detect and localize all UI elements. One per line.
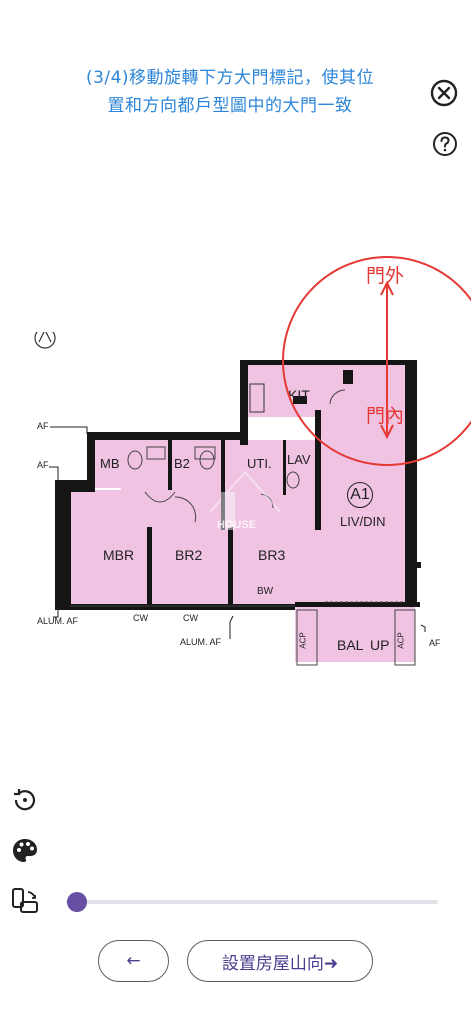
instruction-line-2: 置和方向都戶型圖中的大門一致 bbox=[107, 96, 353, 116]
slider-thumb[interactable] bbox=[67, 892, 88, 912]
reset-rotation-button[interactable] bbox=[10, 785, 40, 815]
door-marker[interactable]: 門外 門內 bbox=[280, 255, 471, 470]
room-label-bw: BW bbox=[257, 586, 274, 597]
room-label-bal: BAL bbox=[337, 637, 364, 653]
door-outside-label: 門外 bbox=[366, 265, 405, 287]
close-circle-icon bbox=[430, 79, 458, 107]
help-button[interactable] bbox=[431, 130, 459, 158]
annotation-cw-2: CW bbox=[183, 613, 198, 623]
instruction-text: (3/4)移動旋轉下方大門標記，使其位 置和方向都戶型圖中的大門一致 bbox=[40, 64, 420, 120]
color-palette-button[interactable] bbox=[10, 836, 40, 866]
annotation-alum-af-2: ALUM. AF bbox=[180, 637, 222, 647]
unit-label: A1 bbox=[347, 482, 373, 508]
room-label-mb: MB bbox=[100, 456, 120, 471]
room-label-uti: UTI. bbox=[247, 456, 272, 471]
back-button[interactable]: ← bbox=[98, 940, 169, 982]
slider-track[interactable] bbox=[66, 900, 438, 904]
room-label-b2: B2 bbox=[174, 456, 190, 471]
room-label-mbr: MBR bbox=[103, 547, 135, 563]
annotation-af-1: AF bbox=[37, 421, 49, 431]
room-label-acp-right: ACP bbox=[396, 632, 406, 649]
instruction-line-1: (3/4)移動旋轉下方大門標記，使其位 bbox=[85, 68, 375, 88]
screen-rotation-icon bbox=[12, 888, 38, 913]
room-label-br3: BR3 bbox=[258, 547, 286, 563]
set-house-orientation-button[interactable]: 設置房屋山向➜ bbox=[187, 940, 373, 982]
annotation-alum-af-1: ALUM. AF bbox=[37, 616, 79, 626]
rotation-slider[interactable] bbox=[66, 890, 438, 914]
palette-icon bbox=[13, 839, 37, 862]
room-label-livdin: LIV/DIN bbox=[340, 514, 386, 529]
watermark: HOUSE bbox=[217, 519, 257, 531]
annotation-af-3: AF bbox=[429, 638, 441, 648]
rotate-screen-button[interactable] bbox=[10, 886, 40, 916]
room-label-up: UP bbox=[370, 637, 390, 653]
rotate-reset-icon bbox=[14, 789, 36, 811]
room-label-acp-left: ACP bbox=[298, 632, 308, 649]
annotation-af-2: AF bbox=[37, 460, 49, 470]
annotation-cw-1: CW bbox=[133, 613, 148, 623]
door-inside-label: 門內 bbox=[366, 405, 405, 427]
room-label-br2: BR2 bbox=[175, 547, 203, 563]
help-circle-icon bbox=[433, 132, 457, 156]
close-button[interactable] bbox=[430, 79, 458, 107]
